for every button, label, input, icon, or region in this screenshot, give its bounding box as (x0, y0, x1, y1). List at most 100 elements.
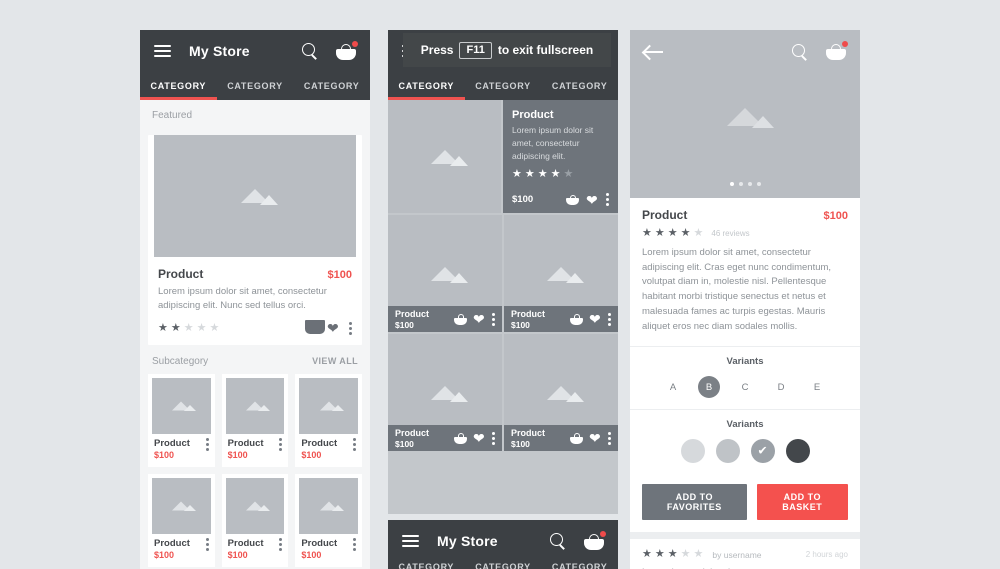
add-to-basket-icon[interactable] (570, 314, 583, 325)
product-tile[interactable]: Product $100 (295, 473, 362, 567)
action-buttons: ADD TO FAVORITES ADD TO BASKET (630, 474, 860, 533)
cart-badge-dot (842, 41, 848, 47)
overflow-menu-icon[interactable] (606, 193, 609, 206)
reviews-count[interactable]: 46 reviews (711, 229, 749, 238)
color-swatch-2[interactable] (715, 439, 740, 464)
featured-card-body: Product $100 Lorem ipsum dolor sit amet,… (148, 263, 362, 345)
variant-option-d[interactable]: D (770, 376, 792, 398)
tile-meta: Product $100 (148, 537, 215, 567)
overflow-menu-icon[interactable] (279, 437, 283, 451)
exit-fullscreen-toast: Press F11 to exit fullscreen (403, 33, 611, 67)
product-image-placeholder (225, 477, 285, 534)
tab-category-3[interactable]: CATEGORY (293, 72, 370, 100)
tile-text: Product $100 (228, 438, 280, 460)
back-arrow-icon[interactable] (644, 45, 663, 59)
overflow-menu-icon[interactable] (349, 321, 352, 335)
product-info: Product $100 ★ ★ ★ ★ ★ 46 reviews Lorem ipsu… (630, 198, 860, 346)
add-to-basket-icon[interactable] (570, 433, 583, 444)
color-swatch-4[interactable] (785, 439, 810, 464)
hamburger-icon[interactable] (154, 45, 171, 57)
variant-option-b[interactable]: B (698, 376, 720, 399)
product-tile[interactable]: Product $100 (295, 373, 362, 467)
favorite-heart-icon[interactable]: ❤ (586, 193, 599, 207)
hamburger-icon[interactable] (402, 535, 419, 547)
tab-category-1[interactable]: CATEGORY (388, 72, 465, 100)
product-name: Product (395, 427, 430, 438)
overflow-menu-icon[interactable] (205, 437, 209, 451)
tab-category-1[interactable]: CATEGORY (140, 72, 217, 100)
favorite-heart-icon[interactable]: ❤ (327, 321, 340, 335)
basket-icon[interactable] (584, 530, 606, 550)
product-name: Product (227, 437, 264, 449)
product-tile[interactable]: Product $100 (148, 473, 215, 567)
overflow-menu-icon[interactable] (492, 431, 495, 445)
product-price: $100 (395, 319, 414, 330)
check-icon: ✔ (757, 443, 768, 458)
product-price: $100 (395, 438, 414, 449)
star-1: ★ (158, 321, 168, 334)
product-title-row: Product $100 (642, 208, 848, 222)
variant-option-e[interactable]: E (806, 376, 828, 398)
overflow-menu-icon[interactable] (608, 312, 611, 326)
favorite-heart-icon[interactable]: ❤ (473, 312, 486, 326)
toast-key: F11 (459, 41, 492, 59)
color-swatch-1[interactable] (680, 439, 705, 464)
tile-meta: Product $100 (222, 437, 289, 467)
tile-meta: Product $100 (295, 437, 362, 467)
tile-meta: Product $100 (222, 537, 289, 567)
add-to-basket-icon[interactable] (454, 314, 467, 325)
basket-icon[interactable] (826, 41, 848, 60)
variants-title: Variants (726, 356, 764, 368)
star-1: ★ (642, 227, 652, 239)
cell-info-bar: Product $100 ❤ (504, 306, 618, 332)
tab-category-2[interactable]: CATEGORY (465, 562, 542, 569)
carousel-dot-4[interactable] (756, 182, 761, 186)
overflow-menu-icon[interactable] (279, 537, 283, 551)
tab-category-2[interactable]: CATEGORY (465, 72, 542, 100)
favorite-heart-icon[interactable]: ❤ (589, 312, 602, 326)
favorite-heart-icon[interactable]: ❤ (589, 431, 602, 445)
tab-label: CATEGORY (227, 81, 283, 91)
overflow-menu-icon[interactable] (352, 437, 356, 451)
add-to-basket-icon[interactable] (305, 319, 325, 334)
overflow-menu-icon[interactable] (352, 537, 356, 551)
product-tile[interactable]: Product $100 (221, 373, 289, 467)
carousel-dot-1[interactable] (729, 182, 734, 186)
product-tile[interactable]: Product $100 (148, 373, 215, 467)
add-to-basket-button[interactable]: ADD TO BASKET (756, 484, 848, 521)
favorite-heart-icon[interactable]: ❤ (473, 431, 486, 445)
tab-category-3[interactable]: CATEGORY (541, 72, 618, 100)
product-grid-cell[interactable]: Product $100 ❤ (388, 334, 502, 451)
variant-option-c[interactable]: C (734, 376, 756, 398)
product-tile[interactable]: Product $100 (221, 473, 289, 567)
featured-product-card[interactable]: Product $100 Lorem ipsum dolor sit amet,… (148, 135, 362, 345)
product-image-placeholder[interactable] (388, 100, 501, 213)
product-name: Product (512, 109, 554, 121)
product-hero-carousel[interactable] (630, 30, 860, 198)
overflow-menu-icon[interactable] (205, 537, 209, 551)
overflow-menu-icon[interactable] (492, 312, 495, 326)
search-icon[interactable] (550, 533, 566, 549)
color-swatch-3[interactable]: ✔ (750, 439, 775, 464)
carousel-dot-2[interactable] (738, 182, 743, 186)
basket-icon[interactable] (336, 40, 358, 60)
search-icon[interactable] (792, 43, 808, 60)
product-price: $100 (823, 210, 848, 222)
carousel-dot-3[interactable] (747, 182, 752, 186)
add-to-favorites-button[interactable]: ADD TO FAVORITES (642, 484, 747, 521)
tab-category-2[interactable]: CATEGORY (217, 72, 294, 100)
product-grid-cell[interactable]: Product $100 ❤ (388, 215, 502, 332)
tab-category-3[interactable]: CATEGORY (541, 562, 618, 569)
product-price: $100 (227, 549, 248, 560)
add-to-basket-icon[interactable] (454, 433, 467, 444)
product-grid-cell[interactable]: Product $100 ❤ (504, 334, 618, 451)
variant-option-a[interactable]: A (662, 376, 684, 398)
featured-dark-card[interactable]: Product Lorem ipsum dolor sit amet, cons… (503, 100, 618, 213)
overflow-menu-icon[interactable] (608, 431, 611, 445)
tab-category-1[interactable]: CATEGORY (388, 562, 465, 569)
tab-label: CATEGORY (303, 81, 360, 91)
view-all-link[interactable]: VIEW ALL (312, 356, 358, 366)
search-icon[interactable] (302, 43, 318, 59)
product-grid-cell[interactable]: Product $100 ❤ (504, 215, 618, 332)
add-to-basket-icon[interactable] (566, 194, 579, 205)
